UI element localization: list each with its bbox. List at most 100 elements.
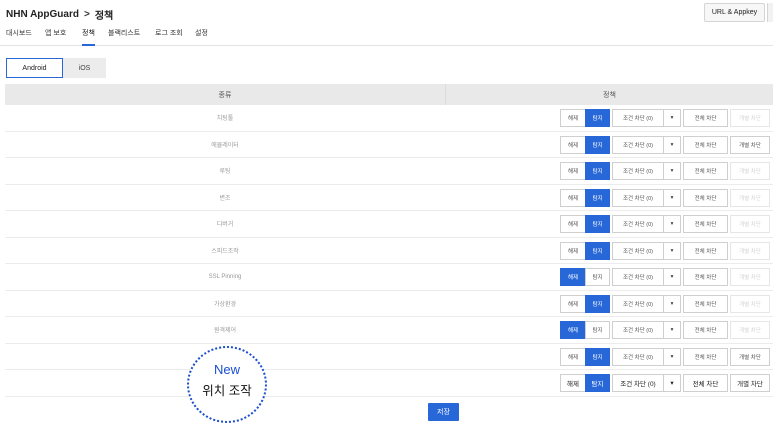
conditional-block-button[interactable]: 조건 차단 (0): [612, 294, 664, 313]
chevron-down-icon[interactable]: ▾: [663, 188, 681, 207]
release-button[interactable]: 해제: [560, 321, 586, 339]
release-button[interactable]: 해제: [560, 347, 586, 366]
all-block-button[interactable]: 전체 차단: [683, 321, 728, 339]
individual-block-button: 개별 차단: [730, 294, 770, 313]
more-button[interactable]: [767, 3, 773, 22]
conditional-block-button[interactable]: 조건 차단 (0): [612, 215, 664, 233]
page-title: 정책: [94, 11, 114, 22]
table-header: 종류 정책: [5, 84, 773, 105]
release-button[interactable]: 해제: [560, 241, 586, 260]
chevron-down-icon[interactable]: ▾: [663, 162, 681, 180]
all-block-button[interactable]: 전체 차단: [683, 268, 728, 286]
table-row: 루팅 해제 탐지 조건 차단 (0) ▾ 전체 차단 개별 차단: [5, 158, 773, 185]
individual-block-button: 개별 차단: [730, 241, 770, 260]
detect-button[interactable]: 탐지: [585, 321, 610, 339]
individual-block-button[interactable]: 개별 차단: [730, 374, 770, 392]
chevron-down-icon[interactable]: ▾: [663, 215, 681, 233]
release-button[interactable]: 해제: [560, 188, 586, 207]
release-button[interactable]: 해제: [560, 215, 586, 233]
url-appkey-button[interactable]: URL & Appkey: [704, 3, 765, 22]
release-button[interactable]: 해제: [560, 109, 586, 127]
individual-block-button[interactable]: 개별 차단: [730, 347, 770, 366]
individual-block-button[interactable]: 개별 차단: [730, 135, 770, 154]
individual-block-button: 개별 차단: [730, 215, 770, 233]
chevron-down-icon[interactable]: ▾: [663, 241, 681, 260]
table-row: 디버거 해제 탐지 조건 차단 (0) ▾ 전체 차단 개별 차단: [5, 211, 773, 238]
tab-ios[interactable]: iOS: [63, 58, 106, 78]
all-block-button[interactable]: 전체 차단: [683, 135, 728, 154]
nav-app-protection[interactable]: 앱 보호: [45, 29, 66, 46]
column-header-policy: 정책: [445, 84, 773, 105]
chevron-down-icon[interactable]: ▾: [663, 321, 681, 339]
release-button[interactable]: 해제: [560, 268, 586, 286]
row-type-name: 디버거: [216, 222, 234, 229]
table-row: 가상환경 해제 탐지 조건 차단 (0) ▾ 전체 차단 개별 차단: [5, 291, 773, 317]
chevron-down-icon[interactable]: ▾: [663, 109, 681, 127]
all-block-button[interactable]: 전체 차단: [683, 347, 728, 366]
detect-button[interactable]: 탐지: [585, 347, 610, 366]
conditional-block-button[interactable]: 조건 차단 (0): [612, 321, 664, 339]
detect-button[interactable]: 탐지: [585, 162, 610, 180]
conditional-block-button[interactable]: 조건 차단 (0): [612, 241, 664, 260]
detect-button[interactable]: 탐지: [585, 135, 610, 154]
release-button[interactable]: 해제: [560, 294, 586, 313]
table-row: 원격제어 해제 탐지 조건 차단 (0) ▾ 전체 차단 개별 차단: [5, 317, 773, 344]
policy-controls: 해제 탐지 조건 차단 (0) ▾ 전체 차단 개별 차단: [560, 374, 770, 392]
chevron-down-icon[interactable]: ▾: [663, 347, 681, 366]
row-type-name: 스피드조작: [211, 248, 239, 255]
all-block-button[interactable]: 전체 차단: [683, 188, 728, 207]
policy-controls: 해제 탐지 조건 차단 (0) ▾ 전체 차단 개별 차단: [560, 109, 770, 127]
all-block-button[interactable]: 전체 차단: [683, 374, 728, 392]
detect-button[interactable]: 탐지: [585, 241, 610, 260]
conditional-block-button[interactable]: 조건 차단 (0): [612, 188, 664, 207]
nav-policy[interactable]: 정책: [82, 29, 95, 46]
conditional-block-button[interactable]: 조건 차단 (0): [612, 268, 664, 286]
conditional-block-button[interactable]: 조건 차단 (0): [612, 109, 664, 127]
nav-dashboard[interactable]: 대시보드: [6, 29, 32, 46]
column-header-type: 종류: [218, 91, 232, 99]
policy-controls: 해제 탐지 조건 차단 (0) ▾ 전체 차단 개별 차단: [560, 188, 770, 207]
nav-blacklist[interactable]: 블랙리스트: [108, 29, 140, 46]
conditional-block-button[interactable]: 조건 차단 (0): [612, 347, 664, 366]
detect-button[interactable]: 탐지: [585, 188, 610, 207]
breadcrumb: NHN AppGuard > 정책: [6, 7, 113, 22]
detect-button[interactable]: 탐지: [585, 268, 610, 286]
detect-button[interactable]: 탐지: [585, 109, 610, 127]
row-type-name: 루팅: [219, 169, 231, 176]
conditional-block-button[interactable]: 조건 차단 (0): [612, 374, 664, 392]
individual-block-button: 개별 차단: [730, 188, 770, 207]
detect-button[interactable]: 탐지: [585, 294, 610, 313]
table-row: 에뮬레이터 해제 탐지 조건 차단 (0) ▾ 전체 차단 개별 차단: [5, 132, 773, 158]
release-button[interactable]: 해제: [560, 374, 586, 392]
save-button[interactable]: 저장: [428, 403, 459, 421]
release-button[interactable]: 해제: [560, 135, 586, 154]
all-block-button[interactable]: 전체 차단: [683, 294, 728, 313]
chevron-right-icon: >: [83, 9, 90, 20]
chevron-down-icon[interactable]: ▾: [663, 268, 681, 286]
conditional-block-button[interactable]: 조건 차단 (0): [612, 135, 664, 154]
all-block-button[interactable]: 전체 차단: [683, 109, 728, 127]
policy-controls: 해제 탐지 조건 차단 (0) ▾ 전체 차단 개별 차단: [560, 215, 770, 233]
row-type-name: 원격제어: [213, 328, 237, 335]
policy-table: 치팅툴 해제 탐지 조건 차단 (0) ▾ 전체 차단 개별 차단 에뮬레이터 해제 탐지 조건 차…: [5, 105, 773, 397]
detect-button[interactable]: 탐지: [585, 215, 610, 233]
top-bar: NHN AppGuard > 정책 URL & Appkey: [0, 0, 773, 26]
tab-android[interactable]: Android: [6, 58, 63, 78]
detect-button[interactable]: 탐지: [585, 374, 610, 392]
all-block-button[interactable]: 전체 차단: [683, 162, 728, 180]
row-type-name: 치팅툴: [216, 116, 234, 123]
release-button[interactable]: 해제: [560, 162, 586, 180]
nav-settings[interactable]: 설정: [195, 29, 208, 46]
chevron-down-icon[interactable]: ▾: [663, 294, 681, 313]
policy-controls: 해제 탐지 조건 차단 (0) ▾ 전체 차단 개별 차단: [560, 294, 770, 313]
conditional-block-button[interactable]: 조건 차단 (0): [612, 162, 664, 180]
individual-block-button: 개별 차단: [730, 109, 770, 127]
policy-controls: 해제 탐지 조건 차단 (0) ▾ 전체 차단 개별 차단: [560, 321, 770, 339]
chevron-down-icon[interactable]: ▾: [663, 374, 681, 392]
product-name[interactable]: NHN AppGuard: [6, 9, 79, 20]
all-block-button[interactable]: 전체 차단: [683, 215, 728, 233]
nav-log-query[interactable]: 로그 조회: [155, 29, 183, 46]
all-block-button[interactable]: 전체 차단: [683, 241, 728, 260]
policy-controls: 해제 탐지 조건 차단 (0) ▾ 전체 차단 개별 차단: [560, 162, 770, 180]
chevron-down-icon[interactable]: ▾: [663, 135, 681, 154]
